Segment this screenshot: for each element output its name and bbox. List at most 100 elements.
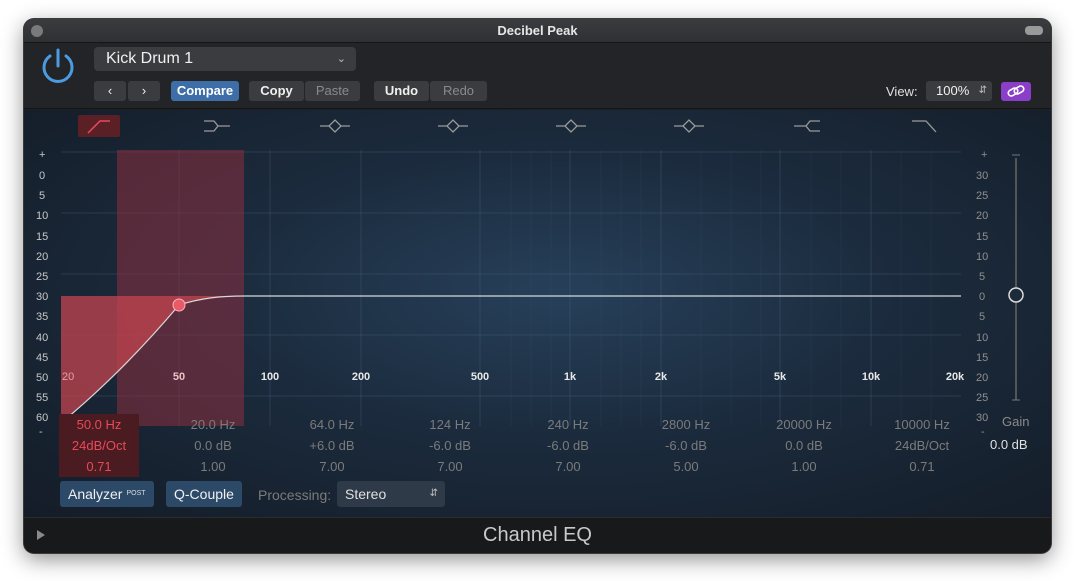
compare-button[interactable]: Compare <box>171 81 239 101</box>
axis-tick: 25 <box>976 392 989 404</box>
freq-label: 10k <box>861 371 881 383</box>
paste-button[interactable]: Paste <box>305 81 360 101</box>
band-8-type-button[interactable] <box>904 115 946 137</box>
band-5-gain[interactable]: -6.0 dB <box>528 435 608 456</box>
axis-tick: 0 <box>39 170 46 182</box>
band-4-freq[interactable]: 124 Hz <box>410 414 490 435</box>
band-2-gain[interactable]: 0.0 dB <box>173 435 253 456</box>
window-close-button[interactable] <box>31 25 43 37</box>
band-2-type-button[interactable] <box>196 115 238 137</box>
gain-label: Gain <box>1002 414 1030 429</box>
band-7-params[interactable]: 20000 Hz 0.0 dB 1.00 <box>764 414 844 477</box>
band-1-gain[interactable]: 24dB/Oct <box>59 435 139 456</box>
band-7-freq[interactable]: 20000 Hz <box>764 414 844 435</box>
band-7-gain[interactable]: 0.0 dB <box>764 435 844 456</box>
gain-slider-knob[interactable] <box>1008 287 1024 303</box>
band-2-params[interactable]: 20.0 Hz 0.0 dB 1.00 <box>173 414 253 477</box>
next-preset-button[interactable]: › <box>128 81 160 101</box>
axis-tick: 60 <box>36 412 49 424</box>
band-6-q[interactable]: 5.00 <box>646 456 726 477</box>
band-4-q[interactable]: 7.00 <box>410 456 490 477</box>
freq-label: 500 <box>470 371 490 383</box>
peak-icon <box>556 119 586 133</box>
peak-icon <box>320 119 350 133</box>
high-shelf-icon <box>794 120 820 132</box>
high-cut-icon <box>912 120 937 133</box>
view-zoom-selector[interactable]: 100% ⇵ <box>926 81 992 101</box>
redo-button[interactable]: Redo <box>430 81 487 101</box>
axis-tick: 20 <box>36 251 49 263</box>
axis-tick: 40 <box>36 332 49 344</box>
band-1-handle[interactable] <box>172 298 186 312</box>
band-3-params[interactable]: 64.0 Hz +6.0 dB 7.00 <box>292 414 372 477</box>
freq-label: 2k <box>654 371 668 383</box>
copy-button[interactable]: Copy <box>249 81 304 101</box>
band-2-freq[interactable]: 20.0 Hz <box>173 414 253 435</box>
band-1-freq[interactable]: 50.0 Hz <box>59 414 139 435</box>
band-5-params[interactable]: 240 Hz -6.0 dB 7.00 <box>528 414 608 477</box>
updown-arrows-icon: ⇵ <box>429 488 438 499</box>
band-8-q[interactable]: 0.71 <box>882 456 962 477</box>
band-1-type-button[interactable] <box>78 115 120 137</box>
power-icon[interactable] <box>38 47 78 87</box>
band-1-params[interactable]: 50.0 Hz 24dB/Oct 0.71 <box>59 414 139 477</box>
previous-preset-button[interactable]: ‹ <box>94 81 126 101</box>
freq-label: 200 <box>351 371 371 383</box>
freq-label: 5k <box>773 371 787 383</box>
band-7-q[interactable]: 1.00 <box>764 456 844 477</box>
band-3-gain[interactable]: +6.0 dB <box>292 435 372 456</box>
axis-tick: 30 <box>36 291 49 303</box>
link-button[interactable] <box>1001 82 1031 101</box>
window-expand-button[interactable] <box>1025 26 1043 35</box>
low-shelf-icon <box>204 120 230 132</box>
band-3-type-button[interactable] <box>314 115 356 137</box>
axis-tick: + <box>39 149 46 161</box>
axis-tick: 45 <box>36 352 49 364</box>
axis-tick: 10 <box>976 251 989 263</box>
band-8-gain[interactable]: 24dB/Oct <box>882 435 962 456</box>
band-8-freq[interactable]: 10000 Hz <box>882 414 962 435</box>
link-icon <box>1007 85 1025 97</box>
gain-slider[interactable] <box>1003 150 1029 410</box>
freq-label: 50 <box>172 371 186 383</box>
band-1-q[interactable]: 0.71 <box>59 456 139 477</box>
preset-selector[interactable]: Kick Drum 1 ⌄ <box>94 47 356 71</box>
band-4-params[interactable]: 124 Hz -6.0 dB 7.00 <box>410 414 490 477</box>
updown-arrows-icon: ⇵ <box>978 85 987 96</box>
freq-label: 20k <box>945 371 965 383</box>
eq-graph[interactable] <box>61 150 961 426</box>
axis-tick: 0 <box>979 291 986 303</box>
band-6-freq[interactable]: 2800 Hz <box>646 414 726 435</box>
band-6-params[interactable]: 2800 Hz -6.0 dB 5.00 <box>646 414 726 477</box>
processing-selector[interactable]: Stereo ⇵ <box>337 481 445 507</box>
title-bar: Decibel Peak <box>24 19 1051 43</box>
analyzer-button[interactable]: Analyzer POST <box>60 481 154 507</box>
band-5-type-button[interactable] <box>550 115 592 137</box>
band-5-freq[interactable]: 240 Hz <box>528 414 608 435</box>
processing-value: Stereo <box>345 486 387 502</box>
plugin-window: Decibel Peak Kick Drum 1 ⌄ ‹ › Compare C… <box>24 19 1051 553</box>
chevron-left-icon: ‹ <box>107 83 113 98</box>
band-3-freq[interactable]: 64.0 Hz <box>292 414 372 435</box>
gain-value[interactable]: 0.0 dB <box>990 437 1028 452</box>
axis-tick: + <box>981 149 988 161</box>
band-4-gain[interactable]: -6.0 dB <box>410 435 490 456</box>
band-4-type-button[interactable] <box>432 115 474 137</box>
view-label: View: <box>886 84 918 99</box>
axis-tick: 25 <box>36 271 49 283</box>
axis-tick: 30 <box>976 412 989 424</box>
band-5-q[interactable]: 7.00 <box>528 456 608 477</box>
window-title: Decibel Peak <box>497 23 578 38</box>
freq-label: 100 <box>260 371 280 383</box>
band-6-type-button[interactable] <box>668 115 710 137</box>
axis-tick: 15 <box>976 231 989 243</box>
band-2-q[interactable]: 1.00 <box>173 456 253 477</box>
band-6-gain[interactable]: -6.0 dB <box>646 435 726 456</box>
chevron-down-icon: ⌄ <box>336 53 346 65</box>
axis-tick: 15 <box>36 231 49 243</box>
band-8-params[interactable]: 10000 Hz 24dB/Oct 0.71 <box>882 414 962 477</box>
band-3-q[interactable]: 7.00 <box>292 456 372 477</box>
undo-button[interactable]: Undo <box>374 81 429 101</box>
band-7-type-button[interactable] <box>786 115 828 137</box>
q-couple-button[interactable]: Q-Couple <box>166 481 242 507</box>
